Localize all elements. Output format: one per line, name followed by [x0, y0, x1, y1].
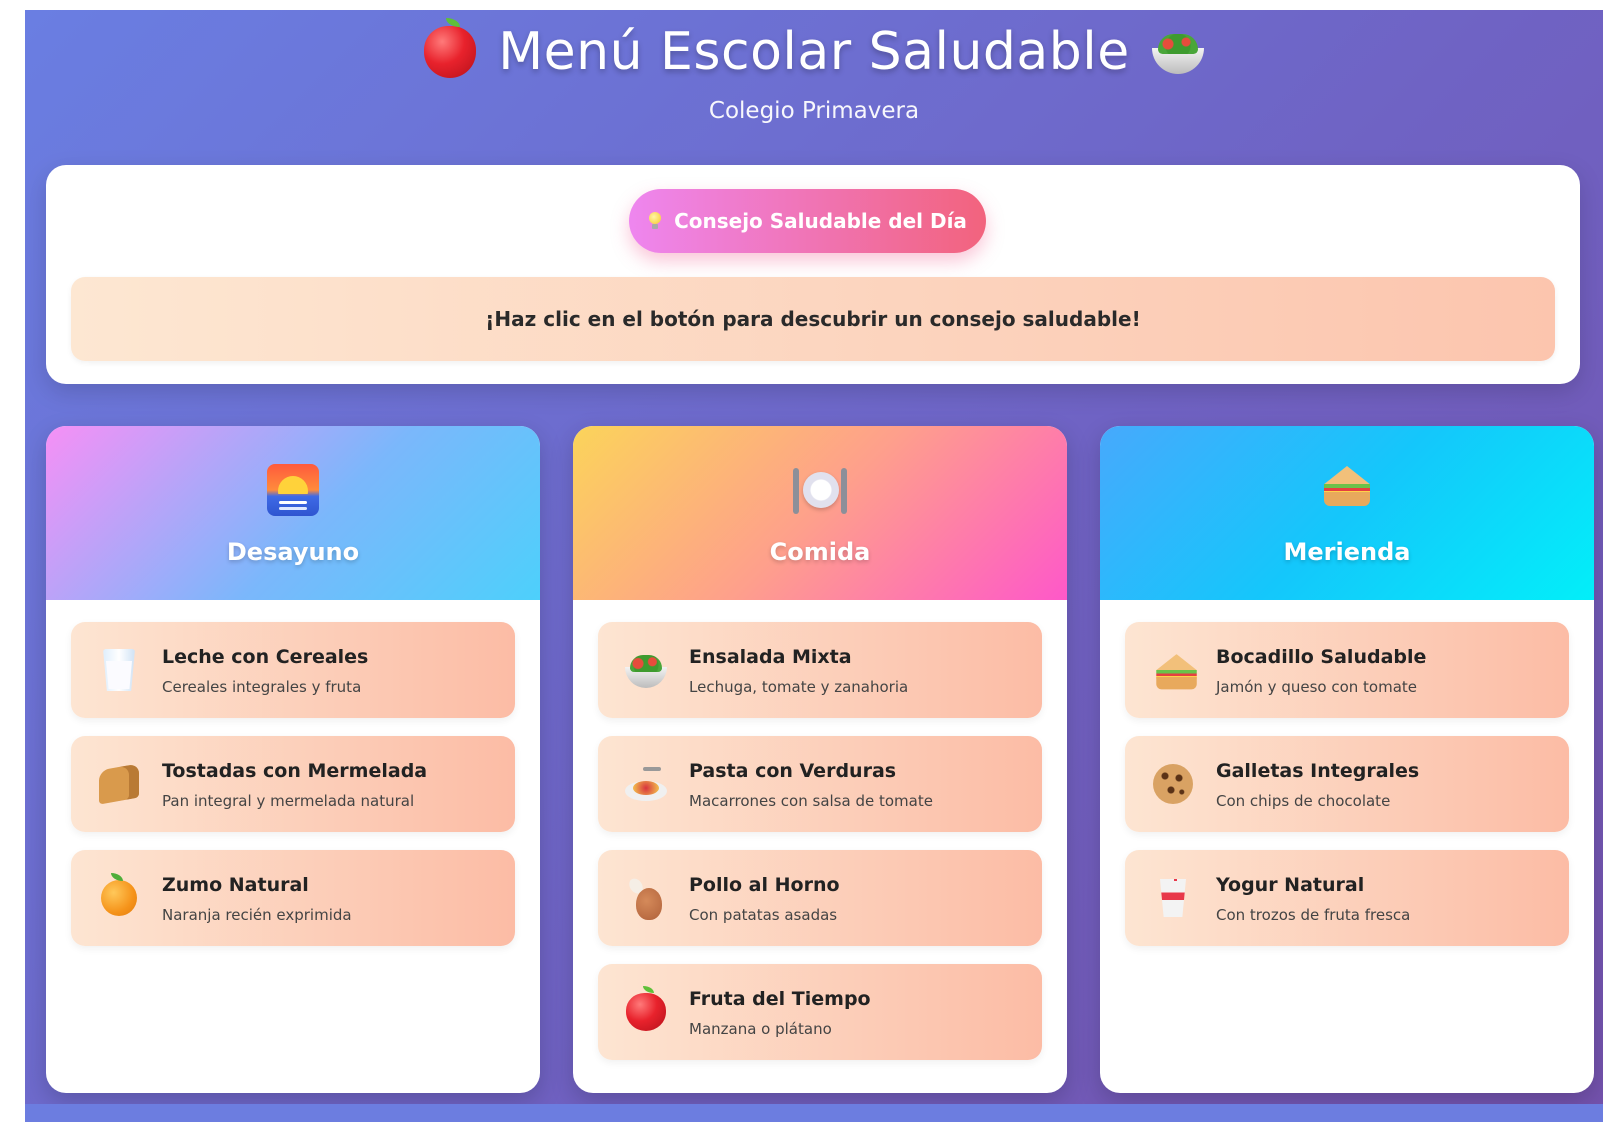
sunrise-icon — [267, 464, 319, 516]
spaghetti-icon — [625, 767, 667, 801]
page-title: Menú Escolar Saludable — [498, 22, 1130, 82]
orange-icon — [101, 873, 137, 916]
meal-title: Comida — [769, 538, 871, 566]
menu-item-desc: Naranja recién exprimida — [162, 906, 352, 924]
menu-item-desc: Con trozos de fruta fresca — [1216, 906, 1411, 924]
meal-header: Merienda — [1100, 426, 1594, 600]
menu-item[interactable]: Galletas Integrales Con chips de chocola… — [1125, 736, 1569, 832]
menu-item-desc: Cereales integrales y fruta — [162, 678, 362, 696]
menu-item-name: Fruta del Tiempo — [689, 988, 871, 1010]
menu-item-desc: Pan integral y mermelada natural — [162, 792, 415, 810]
apple-icon — [626, 986, 666, 1031]
menu-item[interactable]: Bocadillo Saludable Jamón y queso con to… — [1125, 622, 1569, 718]
menu-item-name: Leche con Cereales — [162, 646, 369, 668]
menu-item-desc: Jamón y queso con tomate — [1216, 678, 1418, 696]
menu-item[interactable]: Leche con Cereales Cereales integrales y… — [71, 622, 515, 718]
menu-item-desc: Lechuga, tomate y zanahoria — [689, 678, 909, 696]
menu-item-name: Zumo Natural — [162, 874, 309, 896]
menu-item[interactable]: Ensalada Mixta Lechuga, tomate y zanahor… — [598, 622, 1042, 718]
page-subtitle: Colegio Primavera — [708, 98, 920, 124]
healthy-tip-button-label: Consejo Saludable del Día — [674, 209, 967, 233]
menu-item-desc: Con patatas asadas — [689, 906, 838, 924]
meal-card-desayuno: Desayuno Leche con Cereales Cereales int… — [46, 426, 540, 1093]
menu-item-name: Bocadillo Saludable — [1216, 646, 1427, 668]
tip-message: ¡Haz clic en el botón para descubrir un … — [71, 277, 1555, 361]
menu-item-name: Tostadas con Mermelada — [162, 760, 428, 782]
menu-item-desc: Manzana o plátano — [689, 1020, 832, 1038]
menu-item-desc: Macarrones con salsa de tomate — [689, 792, 933, 810]
salad-icon — [625, 652, 667, 688]
menu-item-desc: Con chips de chocolate — [1216, 792, 1391, 810]
lightbulb-icon — [648, 212, 662, 230]
cup-icon — [1160, 879, 1186, 917]
cookie-icon — [1153, 764, 1193, 804]
menu-item[interactable]: Zumo Natural Naranja recién exprimida — [71, 850, 515, 946]
salad-icon — [1151, 30, 1204, 74]
menu-item-name: Pasta con Verduras — [689, 760, 897, 782]
menu-item-name: Pollo al Horno — [689, 874, 840, 896]
meal-header: Comida — [573, 426, 1067, 600]
menu-item[interactable]: Fruta del Tiempo Manzana o plátano — [598, 964, 1042, 1060]
bottom-band — [25, 1104, 1603, 1122]
plate-icon — [792, 464, 848, 516]
menu-item-name: Yogur Natural — [1216, 874, 1365, 896]
menu-item-name: Galletas Integrales — [1216, 760, 1420, 782]
glass-of-milk-icon — [103, 649, 135, 691]
healthy-tip-button[interactable]: Consejo Saludable del Día — [629, 189, 986, 253]
title-row: Menú Escolar Saludable — [25, 18, 1603, 82]
meal-title: Desayuno — [226, 538, 360, 566]
tip-card: Consejo Saludable del Día ¡Haz clic en e… — [46, 165, 1580, 384]
bread-icon — [99, 763, 139, 805]
menu-item[interactable]: Pollo al Horno Con patatas asadas — [598, 850, 1042, 946]
sandwich-icon — [1322, 464, 1372, 510]
sandwich-icon — [1155, 652, 1197, 690]
meal-title: Merienda — [1283, 538, 1411, 566]
menu-item[interactable]: Yogur Natural Con trozos de fruta fresca — [1125, 850, 1569, 946]
menu-item[interactable]: Pasta con Verduras Macarrones con salsa … — [598, 736, 1042, 832]
drumstick-icon — [626, 876, 664, 920]
meal-card-comida: Comida Ensalada Mixta Lechuga, tomate y … — [573, 426, 1067, 1093]
meal-header: Desayuno — [46, 426, 540, 600]
menu-item[interactable]: Tostadas con Mermelada Pan integral y me… — [71, 736, 515, 832]
page-background: Menú Escolar Saludable Colegio Primavera… — [25, 10, 1603, 1122]
apple-icon — [424, 18, 477, 78]
meal-card-merienda: Merienda Bocadillo Saludable Jamón y que… — [1100, 426, 1594, 1093]
menu-item-name: Ensalada Mixta — [689, 646, 852, 668]
